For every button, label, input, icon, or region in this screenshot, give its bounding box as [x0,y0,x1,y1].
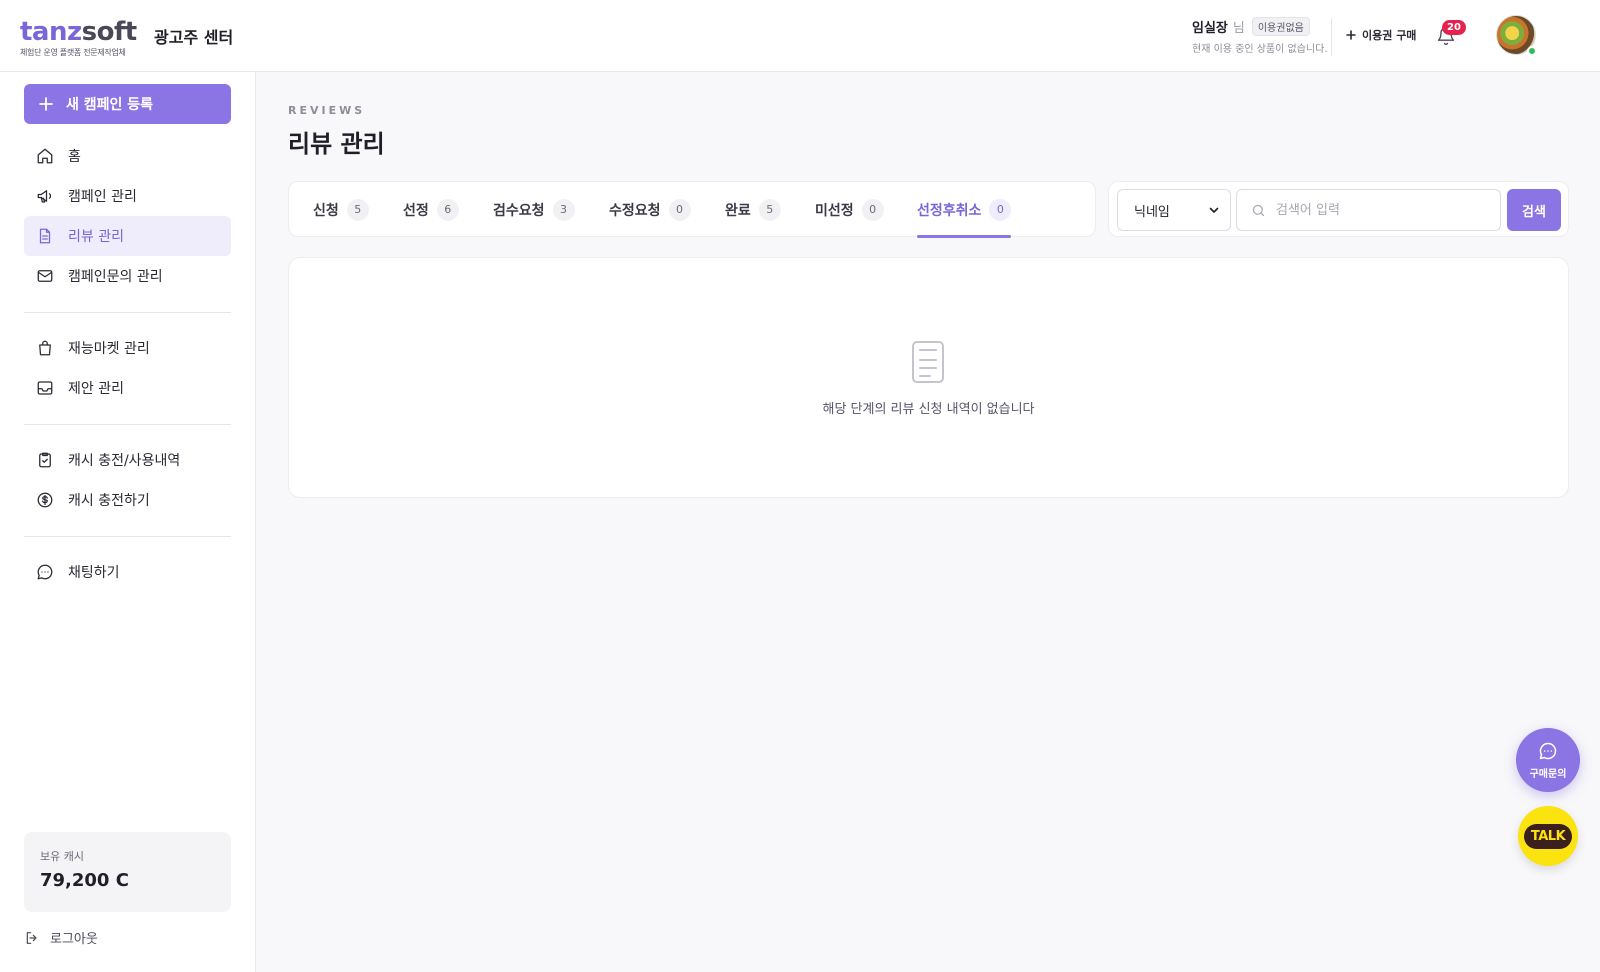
tab-label: 신청 [313,202,339,219]
dollar-circle-icon [36,491,54,509]
plan-badge: 이용권없음 [1251,16,1310,36]
megaphone-icon [36,187,54,205]
empty-document-icon [911,340,945,384]
cash-balance-card: 보유 캐시 79,200 C [24,832,231,912]
tab-not-selected[interactable]: 미선정 0 [815,182,884,237]
logout-label: 로그아웃 [50,932,98,947]
header-divider [1331,18,1332,56]
document-icon [36,227,54,245]
search-input[interactable] [1276,202,1496,218]
tab-label: 선정 [403,202,429,219]
tab-selected[interactable]: 선정 6 [403,182,459,237]
tab-label: 미선정 [815,202,854,219]
sidebar-item-label: 채팅하기 [68,565,120,581]
logout-button[interactable]: 로그아웃 [24,928,98,947]
sidebar-item-home[interactable]: 홈 [24,136,231,176]
sidebar-item-label: 캠페인문의 관리 [68,269,163,285]
tab-count: 3 [552,198,575,221]
top-header: tanzsoft 체험단 운영 플랫폼 전문제작업체 광고주 센터 임실장 님 … [0,0,1600,72]
purchase-inquiry-button[interactable]: 구매문의 [1516,728,1580,792]
new-campaign-button[interactable]: 새 캠페인 등록 [24,84,231,124]
purchase-inquiry-label: 구매문의 [1529,768,1567,780]
sidebar-item-label: 리뷰 관리 [68,229,124,245]
tab-label: 수정요청 [609,202,661,219]
online-status-dot [1527,46,1537,56]
search-bar: 닉네임 검색 [1108,181,1569,237]
plus-icon [38,96,54,112]
inbox-icon [36,379,54,397]
sidebar-divider [24,312,231,313]
tab-cancelled-after-selection[interactable]: 선정후취소 0 [917,182,1012,238]
sidebar-item-label: 제안 관리 [68,381,124,397]
chevron-down-icon [1208,204,1220,216]
tab-inspection-request[interactable]: 검수요청 3 [493,182,575,237]
active-tab-indicator [917,235,1012,238]
select-value: 닉네임 [1134,204,1170,220]
sidebar-item-campaigns[interactable]: 캠페인 관리 [24,176,231,216]
chat-icon [36,563,54,581]
logo[interactable]: tanzsoft 체험단 운영 플랫폼 전문제작업체 [20,18,137,58]
home-icon [36,147,54,165]
tab-completed[interactable]: 완료 5 [725,182,781,237]
sidebar-item-cash-history[interactable]: 캐시 충전/사용내역 [24,440,231,480]
buy-pass-label: 이용권 구매 [1362,29,1417,42]
sidebar-divider [24,536,231,537]
tab-label: 검수요청 [493,202,545,219]
sidebar-item-talent-market[interactable]: 재능마켓 관리 [24,328,231,368]
talk-label: TALK [1523,823,1573,849]
sidebar-item-chat[interactable]: 채팅하기 [24,552,231,592]
plan-status: 현재 이용 중인 상품이 없습니다. [1192,44,1328,55]
logo-tagline: 체험단 운영 플랫폼 전문제작업체 [20,48,126,57]
sidebar-item-label: 재능마켓 관리 [68,341,150,357]
center-title: 광고주 센터 [154,28,234,47]
search-box [1236,189,1501,231]
sidebar-item-campaign-inquiries[interactable]: 캠페인문의 관리 [24,256,231,296]
shopping-bag-icon [36,339,54,357]
user-info: 임실장 님 이용권없음 현재 이용 중인 상품이 없습니다. [1192,16,1332,55]
tab-count: 5 [758,198,781,221]
tab-count: 6 [436,198,459,221]
sidebar-item-reviews[interactable]: 리뷰 관리 [24,216,231,256]
page-title: 리뷰 관리 [288,130,385,158]
cash-label: 보유 캐시 [40,850,84,863]
tab-count: 0 [989,198,1012,221]
mail-icon [36,267,54,285]
user-name: 임실장 [1192,20,1228,36]
chat-bubble-icon [1538,741,1558,761]
sidebar-item-label: 캐시 충전/사용내역 [68,453,181,469]
sidebar-item-label: 캠페인 관리 [68,189,137,205]
clipboard-check-icon [36,451,54,469]
tab-revision-request[interactable]: 수정요청 0 [609,182,691,237]
logo-text-part2: soft [81,17,138,47]
new-campaign-label: 새 캠페인 등록 [66,97,154,113]
sidebar-item-label: 캐시 충전하기 [68,493,150,509]
user-suffix: 님 [1232,20,1245,36]
tab-count: 0 [861,198,884,221]
sidebar-item-cash-charge[interactable]: 캐시 충전하기 [24,480,231,520]
sidebar-item-label: 홈 [68,149,81,165]
buy-pass-button[interactable]: 이용권 구매 [1346,26,1416,44]
sidebar-item-proposals[interactable]: 제안 관리 [24,368,231,408]
search-icon [1251,203,1266,218]
tab-label: 선정후취소 [917,202,982,219]
tab-count: 5 [346,198,369,221]
sidebar-divider [24,424,231,425]
review-list-empty-state: 해당 단계의 리뷰 신청 내역이 없습니다 [288,257,1569,498]
cash-value: 79,200 C [40,870,129,891]
page-eyebrow: REVIEWS [288,104,366,117]
tab-count: 0 [668,198,691,221]
search-button[interactable]: 검색 [1507,189,1561,231]
status-tabs: 신청 5 선정 6 검수요청 3 수정요청 0 완료 5 미선정 0 선정후취소… [288,181,1096,238]
logo-text-part1: tanz [20,17,82,47]
empty-message: 해당 단계의 리뷰 신청 내역이 없습니다 [822,402,1035,417]
plus-icon [1346,30,1356,40]
logout-icon [24,930,40,946]
kakao-talk-button[interactable]: TALK [1518,806,1578,866]
notification-badge: 20 [1442,20,1466,35]
search-field-select[interactable]: 닉네임 [1117,189,1231,231]
sidebar: 새 캠페인 등록 홈 캠페인 관리 리뷰 관리 캠페인문의 관리 재능마켓 관리… [0,72,256,972]
tab-applied[interactable]: 신청 5 [313,182,369,237]
tab-label: 완료 [725,202,751,219]
